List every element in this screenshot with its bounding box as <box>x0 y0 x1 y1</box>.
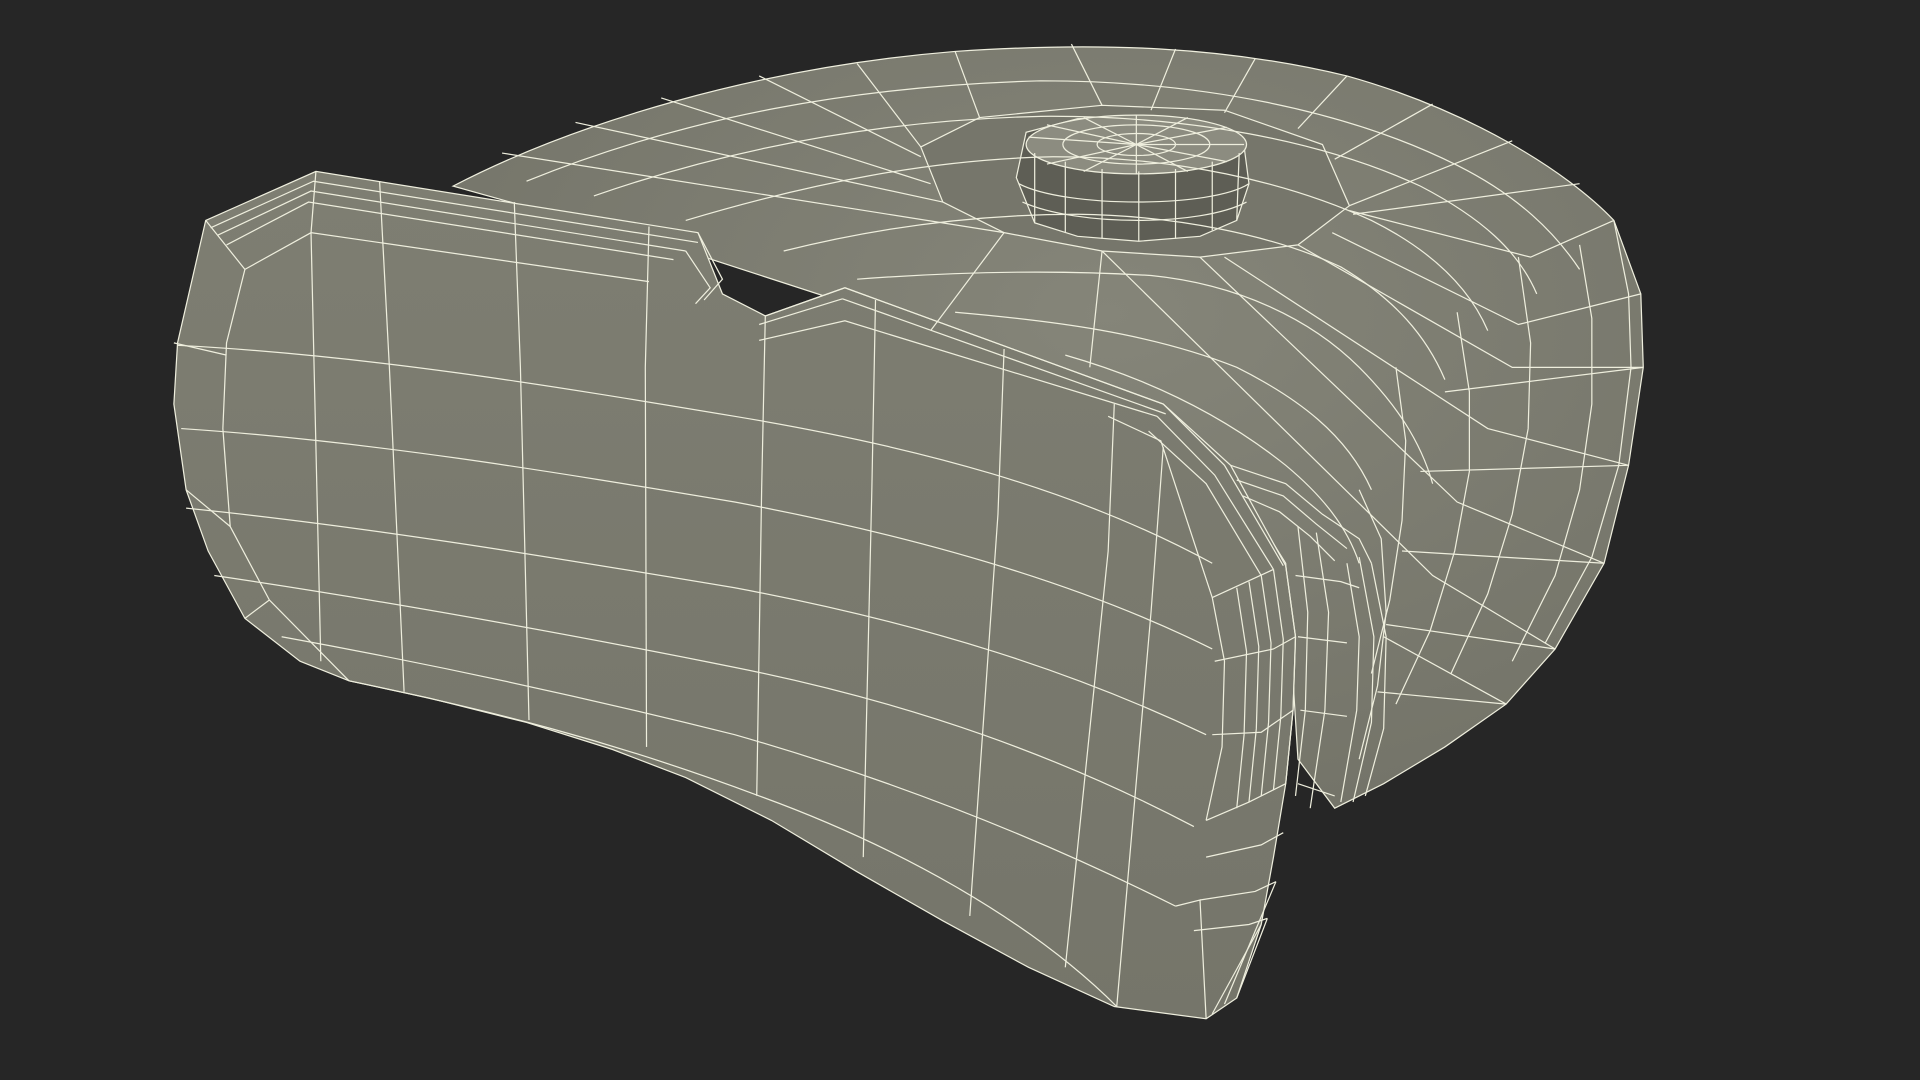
render-viewport <box>0 0 1920 1080</box>
wireframe-model <box>173 43 1644 1020</box>
